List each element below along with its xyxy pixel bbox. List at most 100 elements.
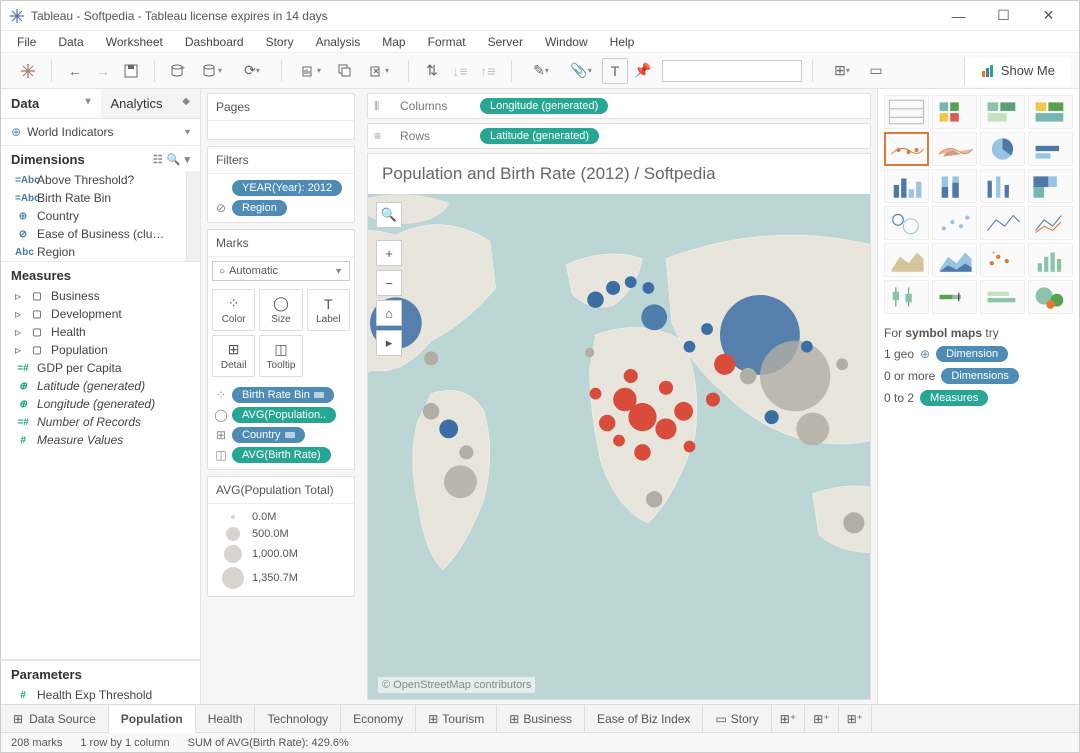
sheet-tab[interactable]: Ease of Biz Index — [585, 705, 703, 732]
window-close-button[interactable]: ✕ — [1026, 1, 1071, 31]
show-me-thumb[interactable] — [932, 132, 977, 166]
new-data-source-button[interactable]: + — [165, 58, 191, 84]
rows-shelf[interactable]: ≡ Rows Latitude (generated) — [367, 123, 871, 149]
fields-menu-icon[interactable]: ▾ — [184, 153, 190, 166]
show-me-thumb[interactable] — [1028, 280, 1073, 314]
show-me-thumb[interactable] — [884, 132, 929, 166]
viz-canvas[interactable]: Population and Birth Rate (2012) / Softp… — [367, 153, 871, 700]
show-me-thumb[interactable] — [932, 280, 977, 314]
mark-detail-button[interactable]: ⊞Detail — [212, 335, 255, 377]
pin-button[interactable]: 📌 — [630, 58, 656, 84]
show-me-thumb[interactable] — [1028, 206, 1073, 240]
show-me-thumb[interactable] — [932, 169, 977, 203]
sidebar-tab-analytics[interactable]: Analytics◆ — [101, 89, 201, 118]
sheet-tab[interactable]: Technology — [255, 705, 341, 732]
menu-format[interactable]: Format — [420, 33, 474, 51]
show-me-tab[interactable]: Show Me — [964, 57, 1071, 86]
menu-data[interactable]: Data — [50, 33, 91, 51]
sidebar-tab-data[interactable]: Data▾ — [1, 89, 101, 118]
sheet-tab[interactable]: Population — [109, 706, 196, 733]
undo-button[interactable]: ← — [62, 58, 88, 84]
show-me-thumb[interactable] — [932, 95, 977, 129]
show-me-thumb[interactable] — [1028, 169, 1073, 203]
sort-asc-button[interactable]: ↓≡ — [447, 58, 473, 84]
map-zoom-in-button[interactable]: + — [376, 240, 402, 266]
pause-auto-updates-button[interactable]: ▾ — [193, 58, 231, 84]
window-min-button[interactable]: — — [936, 1, 981, 31]
menu-worksheet[interactable]: Worksheet — [98, 33, 171, 51]
mark-label-button[interactable]: TLabel — [307, 289, 350, 331]
group-button[interactable]: 📎▾ — [562, 58, 600, 84]
highlight-button[interactable]: ✎▾ — [522, 58, 560, 84]
mark-size-button[interactable]: ◯Size — [259, 289, 302, 331]
measure-folder[interactable]: ▢Development — [1, 305, 200, 323]
show-me-thumb[interactable] — [932, 206, 977, 240]
show-me-thumb[interactable] — [980, 206, 1025, 240]
filters-shelf[interactable]: Filters YEAR(Year): 2012⊘Region — [207, 146, 355, 223]
new-worksheet-button[interactable]: ⊞⁺ — [772, 705, 805, 732]
marks-type-select[interactable]: ○Automatic▼ — [212, 261, 350, 281]
menu-map[interactable]: Map — [374, 33, 413, 51]
show-me-thumb[interactable] — [980, 169, 1025, 203]
dimension-field[interactable]: =AbcAbove Threshold? — [1, 171, 186, 189]
viz-title[interactable]: Population and Birth Rate (2012) / Softp… — [368, 154, 870, 194]
menu-analysis[interactable]: Analysis — [308, 33, 369, 51]
menu-server[interactable]: Server — [480, 33, 531, 51]
menu-story[interactable]: Story — [258, 33, 302, 51]
measure-folder[interactable]: ▢Business — [1, 287, 200, 305]
show-me-thumb[interactable] — [1028, 243, 1073, 277]
map-view[interactable]: 🔍 + − ⌂ ▸ — [368, 194, 870, 699]
dimension-field[interactable]: =AbcBirth Rate Bin — [1, 189, 186, 207]
fit-button[interactable]: ⊞▾ — [823, 58, 861, 84]
show-me-thumb[interactable] — [932, 243, 977, 277]
columns-pill[interactable]: Longitude (generated) — [480, 98, 608, 114]
show-me-thumb[interactable]: + — [980, 243, 1025, 277]
menu-dashboard[interactable]: Dashboard — [177, 33, 252, 51]
mark-color-button[interactable]: ⁘Color — [212, 289, 255, 331]
sort-desc-button[interactable]: ↑≡ — [475, 58, 501, 84]
sheet-tab[interactable]: Economy — [341, 705, 416, 732]
measure-field[interactable]: =#GDP per Capita — [1, 359, 200, 377]
sheet-tab[interactable]: ⊞Business — [497, 705, 585, 732]
map-tools-button[interactable]: ▸ — [376, 330, 402, 356]
new-dashboard-button[interactable]: ⊞⁺ — [805, 705, 838, 732]
map-search-button[interactable]: 🔍 — [376, 202, 402, 228]
refresh-button[interactable]: ⟳ ▾ — [233, 58, 271, 84]
new-worksheet-button[interactable]: ▾ — [292, 58, 330, 84]
tableau-home-icon[interactable] — [15, 58, 41, 84]
sheet-tab[interactable]: ▭Story — [703, 705, 771, 732]
show-me-thumb[interactable] — [980, 280, 1025, 314]
mark-pill[interactable]: Birth Rate Bin — [232, 387, 334, 403]
columns-shelf[interactable]: ⦀ Columns Longitude (generated) — [367, 93, 871, 119]
search-input[interactable] — [662, 60, 802, 82]
view-toggle-icon[interactable]: ☷ — [153, 153, 163, 166]
new-story-button[interactable]: ⊞⁺ — [839, 705, 872, 732]
filter-pill[interactable]: YEAR(Year): 2012 — [232, 180, 342, 196]
dimension-field[interactable]: ⊕Country — [1, 207, 186, 225]
measure-field[interactable]: #Measure Values — [1, 431, 200, 449]
measure-field[interactable]: =#Number of Records — [1, 413, 200, 431]
show-me-thumb[interactable] — [980, 95, 1025, 129]
data-source-selector[interactable]: ⊕ World Indicators ▾ — [1, 119, 200, 145]
mark-pill[interactable]: Country — [232, 427, 305, 443]
map-zoom-out-button[interactable]: − — [376, 270, 402, 296]
menu-file[interactable]: File — [9, 33, 44, 51]
show-me-thumb[interactable] — [884, 95, 929, 129]
filter-pill[interactable]: Region — [232, 200, 287, 216]
menu-window[interactable]: Window — [537, 33, 596, 51]
sheet-tab[interactable]: Health — [196, 705, 256, 732]
sidebar-scrollbar[interactable] — [186, 171, 200, 261]
search-fields-icon[interactable]: 🔍 — [167, 153, 181, 166]
window-max-button[interactable]: ☐ — [981, 1, 1026, 31]
show-me-thumb[interactable] — [980, 132, 1025, 166]
menu-help[interactable]: Help — [602, 33, 643, 51]
measure-field[interactable]: ⊕Latitude (generated) — [1, 377, 200, 395]
show-me-thumb[interactable] — [884, 280, 929, 314]
mark-tooltip-button[interactable]: ◫Tooltip — [259, 335, 302, 377]
pages-shelf[interactable]: Pages — [207, 93, 355, 140]
measure-field[interactable]: ⊕Longitude (generated) — [1, 395, 200, 413]
rows-pill[interactable]: Latitude (generated) — [480, 128, 599, 144]
show-me-thumb[interactable] — [1028, 132, 1073, 166]
mark-pill[interactable]: AVG(Birth Rate) — [232, 447, 331, 463]
presentation-button[interactable]: ▭ — [863, 58, 889, 84]
